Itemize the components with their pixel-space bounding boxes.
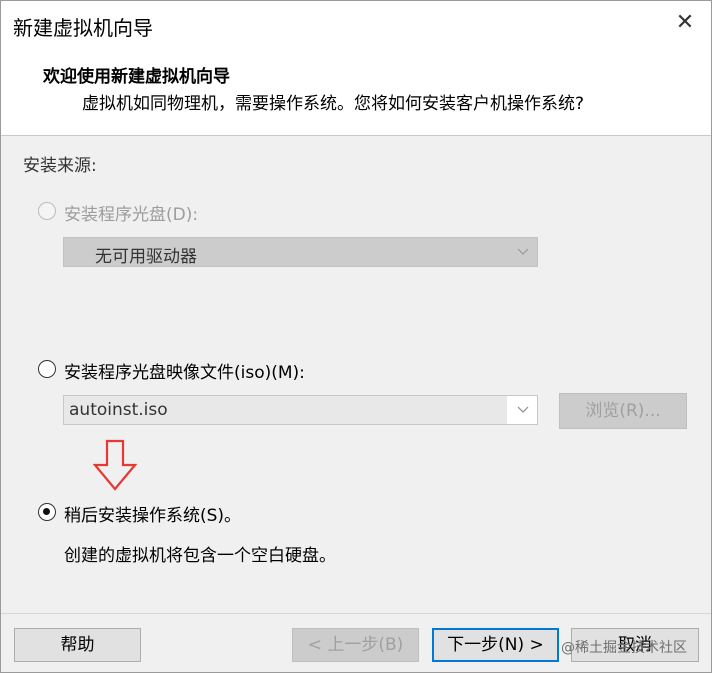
- new-vm-wizard-window: 新建虚拟机向导 ✕ 欢迎使用新建虚拟机向导 虚拟机如同物理机，需要操作系统。您将…: [0, 0, 712, 673]
- iso-image-label: 安装程序光盘映像文件(iso)(M):: [64, 363, 305, 383]
- close-icon[interactable]: ✕: [671, 9, 699, 37]
- iso-path-combobox[interactable]: autoinst.iso: [63, 395, 538, 425]
- disc-drive-value: 无可用驱动器: [95, 247, 197, 267]
- install-source-label: 安装来源:: [23, 156, 97, 176]
- wizard-subheading: 虚拟机如同物理机，需要操作系统。您将如何安装客户机操作系统?: [82, 94, 585, 114]
- help-button[interactable]: 帮助: [14, 628, 141, 662]
- wizard-heading: 欢迎使用新建虚拟机向导: [43, 67, 230, 87]
- radio-install-later[interactable]: [38, 503, 56, 521]
- next-button[interactable]: 下一步(N) >: [432, 628, 559, 662]
- chevron-down-icon: [517, 248, 529, 255]
- watermark: @稀土掘金技术社区: [561, 640, 687, 656]
- window-title: 新建虚拟机向导: [13, 16, 153, 40]
- disc-drive-dropdown[interactable]: 无可用驱动器: [63, 237, 538, 267]
- back-button[interactable]: < 上一步(B): [292, 628, 419, 662]
- chevron-down-icon[interactable]: [517, 406, 529, 414]
- installer-disc-label: 安装程序光盘(D):: [64, 205, 199, 225]
- radio-installer-disc[interactable]: [38, 202, 56, 220]
- footer-divider: [1, 613, 711, 614]
- iso-path-field[interactable]: autoinst.iso: [64, 396, 507, 424]
- iso-path-value: autoinst.iso: [69, 400, 168, 420]
- down-arrow-icon: [93, 439, 137, 491]
- browse-button[interactable]: 浏览(R)...: [559, 393, 687, 429]
- wizard-header: 欢迎使用新建虚拟机向导 虚拟机如同物理机，需要操作系统。您将如何安装客户机操作系…: [1, 49, 711, 136]
- install-later-description: 创建的虚拟机将包含一个空白硬盘。: [64, 546, 336, 566]
- install-later-label: 稍后安装操作系统(S)。: [64, 506, 242, 526]
- radio-iso-image[interactable]: [38, 360, 56, 378]
- title-bar: 新建虚拟机向导 ✕: [1, 1, 711, 49]
